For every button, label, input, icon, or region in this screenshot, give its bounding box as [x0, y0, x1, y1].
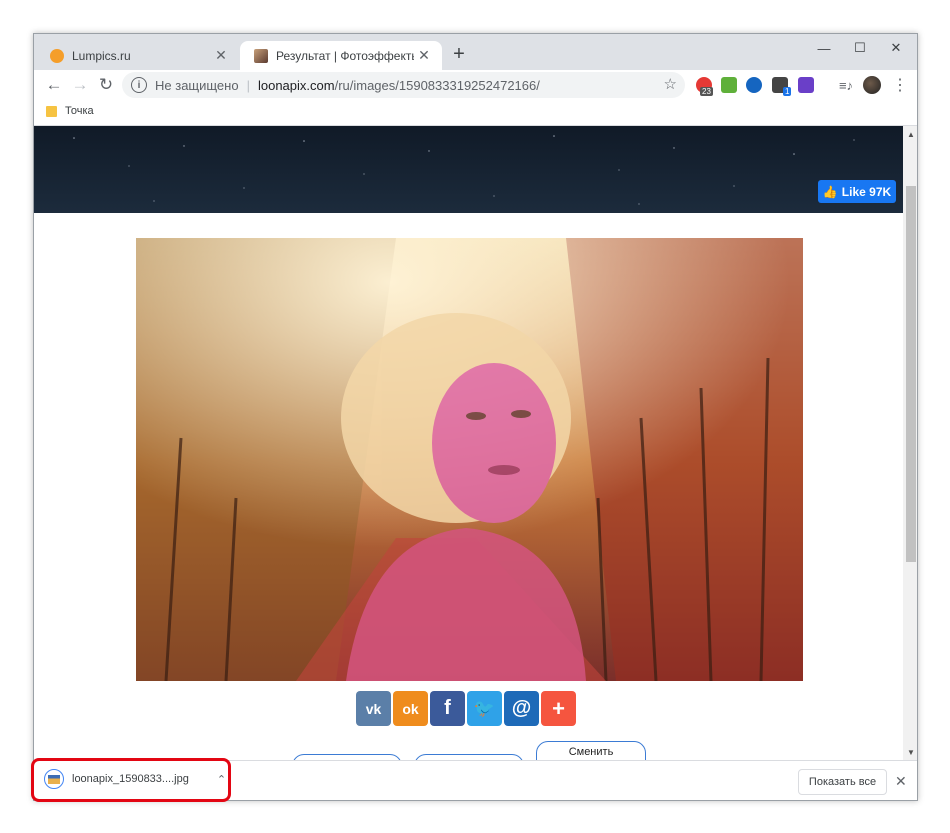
purple-ext-icon[interactable] — [798, 77, 814, 93]
tab-title: Результат | Фотоэффекты онлай — [276, 48, 414, 63]
forward-button[interactable]: → — [68, 73, 92, 97]
puzzle-badge: 1 — [783, 87, 792, 96]
vk-share-button[interactable]: vk — [356, 691, 391, 726]
loonapix-favicon-icon — [254, 48, 268, 63]
media-control-icon[interactable]: ≡♪ — [834, 73, 858, 97]
avatar[interactable] — [863, 76, 881, 94]
tab-title: Lumpics.ru — [72, 48, 131, 63]
reload-button[interactable]: ↻ — [94, 73, 118, 97]
like-label: Like 97K — [841, 184, 892, 199]
vertical-scrollbar[interactable]: ▲ ▼ — [903, 126, 917, 760]
close-icon[interactable]: ✕ — [414, 46, 434, 66]
navigation-toolbar: ← → ↻ i Не защищено | loonapix.com/ru/im… — [34, 70, 917, 100]
lumpics-favicon-icon — [50, 48, 64, 63]
facebook-share-button[interactable]: f — [430, 691, 465, 726]
bookmark-label: Точка — [65, 105, 94, 117]
change-button-label: Сменить — [568, 746, 614, 758]
menu-icon[interactable]: ⋮ — [888, 73, 912, 97]
info-icon[interactable]: i — [131, 77, 147, 93]
browser-window: Lumpics.ru ✕ Результат | Фотоэффекты онл… — [33, 33, 918, 801]
folder-icon — [46, 105, 57, 117]
share-buttons: vk ok f 🐦 @ + — [356, 691, 576, 726]
result-photo — [136, 238, 803, 681]
bookmark-item[interactable]: Точка — [46, 105, 94, 117]
more-share-button[interactable]: + — [541, 691, 576, 726]
mailru-share-button[interactable]: @ — [504, 691, 539, 726]
photo-art — [136, 238, 803, 681]
highlight-frame — [31, 758, 231, 802]
facebook-like-button[interactable]: 👍 Like 97K — [818, 180, 896, 203]
page-content: 👍 Like 97K vk ok f 🐦 @ + Сменить — [34, 126, 903, 760]
music-icon[interactable] — [721, 77, 737, 93]
new-tab-button[interactable]: + — [448, 43, 470, 65]
tab-strip: Lumpics.ru ✕ Результат | Фотоэффекты онл… — [34, 34, 917, 70]
scroll-down-icon[interactable]: ▼ — [903, 744, 917, 760]
scrollbar-thumb[interactable] — [906, 186, 916, 562]
bookmarks-bar: Точка — [34, 100, 917, 126]
close-window-button[interactable]: ✕ — [874, 34, 917, 62]
url-host: loonapix.com — [257, 77, 335, 93]
close-icon[interactable]: ✕ — [211, 46, 231, 66]
scroll-up-icon[interactable]: ▲ — [903, 126, 917, 142]
divider: | — [246, 77, 250, 93]
thumbs-up-icon: 👍 — [822, 184, 838, 199]
show-all-button[interactable]: Показать все — [798, 769, 887, 795]
change-button[interactable]: Сменить — [536, 741, 646, 760]
tab-lumpics[interactable]: Lumpics.ru ✕ — [36, 41, 239, 70]
url-path: /ru/images/1590833319252472166/ — [334, 77, 540, 93]
globe-icon[interactable] — [746, 77, 762, 93]
security-status: Не защищено — [155, 77, 239, 93]
back-button[interactable]: ← — [42, 73, 66, 97]
url-text: loonapix.com/ru/images/15908333192524721… — [258, 78, 540, 93]
close-icon[interactable]: ✕ — [895, 773, 907, 790]
odnoklassniki-share-button[interactable]: ok — [393, 691, 428, 726]
starfield — [73, 135, 855, 205]
bookmark-star-icon[interactable]: ☆ — [664, 75, 677, 93]
twitter-share-button[interactable]: 🐦 — [467, 691, 502, 726]
adblock-badge: 23 — [700, 87, 713, 96]
tab-result[interactable]: Результат | Фотоэффекты онлай ✕ — [240, 41, 442, 70]
header-banner: 👍 Like 97K — [34, 126, 903, 213]
address-bar[interactable]: i Не защищено | loonapix.com/ru/images/1… — [122, 72, 685, 98]
